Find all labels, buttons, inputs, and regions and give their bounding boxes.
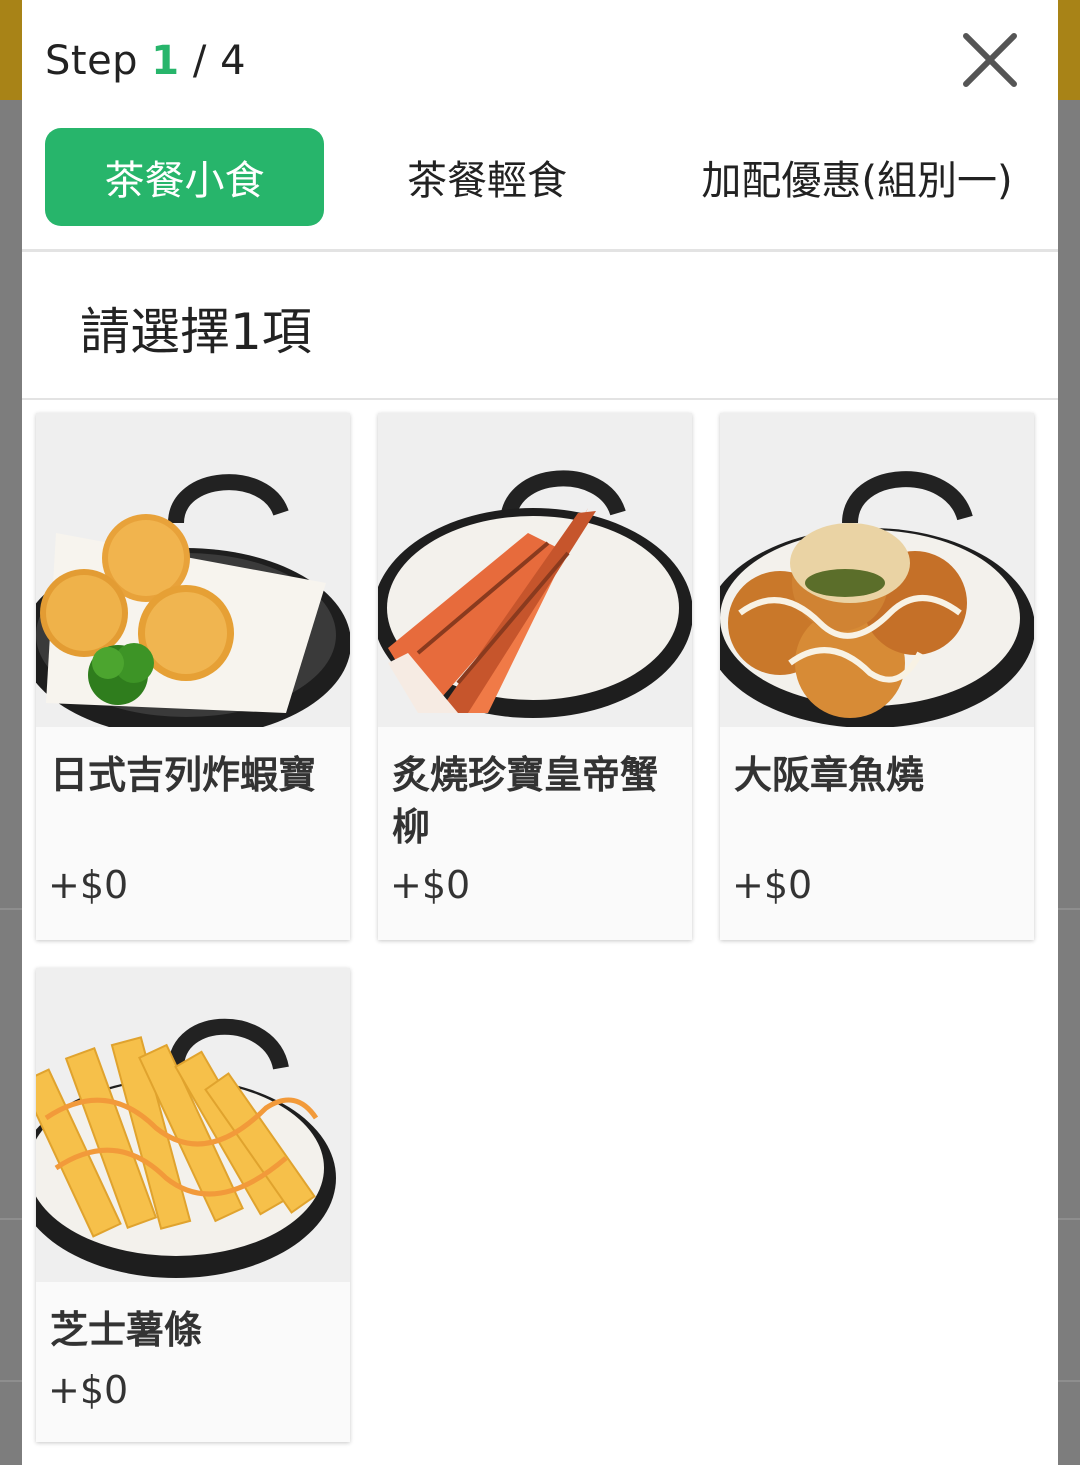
cheese-fries-photo: [36, 968, 350, 1282]
item-card-takoyaki[interactable]: 大阪章魚燒 +$0: [720, 413, 1034, 940]
tab-add-on-offers[interactable]: 加配優惠(組別一): [682, 128, 1032, 226]
modal-header: Step 1 / 4 茶餐小食 茶餐輕食 加配優惠(組別一): [22, 0, 1058, 250]
step-label: Step: [45, 38, 139, 84]
grilled-crab-stick-photo: [378, 413, 692, 727]
item-grid: 日式吉列炸蝦寶 +$0 炙燒珍寶皇帝蟹柳 +$0 大阪章魚燒 +$0 芝士薯條 …: [22, 400, 1058, 1465]
takoyaki-photo: [720, 413, 1034, 727]
close-icon: [963, 33, 1017, 87]
tab-snacks[interactable]: 茶餐小食: [45, 128, 324, 226]
tab-light-meals[interactable]: 茶餐輕食: [382, 128, 592, 226]
step-current: 1: [151, 38, 180, 84]
category-tabs: 茶餐小食 茶餐輕食 加配優惠(組別一): [22, 128, 1058, 228]
item-price: +$0: [732, 863, 813, 907]
item-name: 大阪章魚燒: [734, 753, 925, 797]
step-separator: /: [192, 38, 207, 84]
selection-instruction: 請選擇1項: [80, 303, 312, 361]
header-divider: [22, 249, 1058, 252]
item-name: 日式吉列炸蝦寶: [50, 753, 317, 797]
item-card-fried-shrimp-balls[interactable]: 日式吉列炸蝦寶 +$0: [36, 413, 350, 940]
item-price: +$0: [48, 1368, 129, 1412]
close-button[interactable]: [960, 30, 1020, 90]
item-card-cheese-fries[interactable]: 芝士薯條 +$0: [36, 968, 350, 1442]
option-selection-modal: Step 1 / 4 茶餐小食 茶餐輕食 加配優惠(組別一) 請選擇1項 日式吉…: [22, 0, 1058, 1465]
step-indicator: Step 1 / 4: [45, 38, 246, 84]
item-price: +$0: [390, 863, 471, 907]
fried-shrimp-balls-photo: [36, 413, 350, 727]
item-name: 炙燒珍寶皇帝蟹柳: [392, 753, 659, 849]
item-price: +$0: [48, 863, 129, 907]
item-name: 芝士薯條: [50, 1308, 203, 1352]
step-total: 4: [220, 38, 247, 84]
item-card-grilled-crab-stick[interactable]: 炙燒珍寶皇帝蟹柳 +$0: [378, 413, 692, 940]
